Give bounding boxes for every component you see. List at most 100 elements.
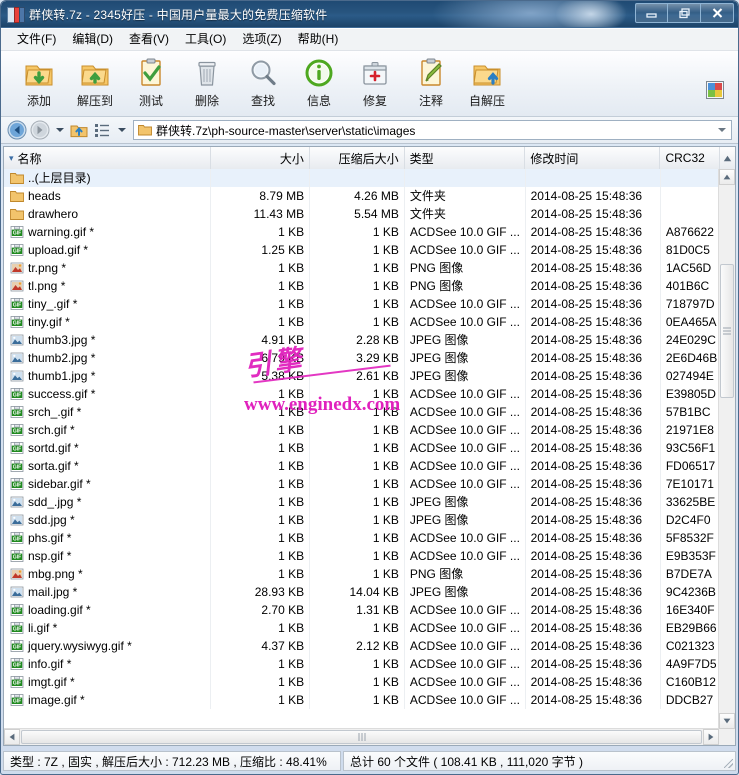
vertical-scrollbar-thumb[interactable] [720,264,734,398]
table-row[interactable]: GIF loading.gif * 2.70 KB 1.31 KB ACDSee 10.… [4,601,719,619]
table-row[interactable]: GIF li.gif * 1 KB 1 KB ACDSee 10.0 GIF ... 20… [4,619,719,637]
cell-type: 文件夹 [405,205,526,223]
scrollbar-corner [719,729,735,745]
table-row[interactable]: GIF sidebar.gif * 1 KB 1 KB ACDSee 10.0 GIF … [4,475,719,493]
cell-crc32: E39805D [665,387,716,401]
table-row[interactable]: GIF jquery.wysiwyg.gif * 4.37 KB 2.12 KB ACD… [4,637,719,655]
table-row[interactable]: drawhero 11.43 MB 5.54 MB 文件夹 2014-08-25 15:… [4,205,719,223]
forward-arrow-icon[interactable] [30,120,50,140]
column-header-modified[interactable]: 修改时间 [525,147,661,169]
table-row[interactable]: GIF sortd.gif * 1 KB 1 KB ACDSee 10.0 GIF ..… [4,439,719,457]
cell-crc32: 401B6C [665,279,710,293]
table-row[interactable]: heads 8.79 MB 4.26 MB 文件夹 2014-08-25 15:48:3… [4,187,719,205]
toolbar-button-find[interactable]: 查找 [235,54,291,110]
toolbar-button-comment[interactable]: 注释 [403,54,459,110]
menu-help[interactable]: 帮助(H) [290,28,347,50]
toolbar-button-delete[interactable]: 删除 [179,54,235,110]
table-row[interactable]: GIF warning.gif * 1 KB 1 KB ACDSee 10.0 GIF … [4,223,719,241]
address-path-box[interactable]: 群侠转.7z\ph-source-master\server\static\im… [133,120,732,140]
table-row[interactable]: sdd.jpg * 1 KB 1 KB JPEG 图像 2014-08-25 15:48… [4,511,719,529]
cell-crc32: E9B353F [665,549,716,563]
horizontal-scrollbar-thumb[interactable] [21,730,702,744]
table-row[interactable]: GIF tiny.gif * 1 KB 1 KB ACDSee 10.0 GIF ...… [4,313,719,331]
menu-file[interactable]: 文件(F) [9,28,64,50]
history-dropdown-button[interactable] [53,120,66,140]
table-row[interactable]: GIF sorta.gif * 1 KB 1 KB ACDSee 10.0 GIF ..… [4,457,719,475]
horizontal-scrollbar[interactable] [4,728,719,745]
palette-icon[interactable] [706,81,724,99]
table-row[interactable]: GIF upload.gif * 1.25 KB 1 KB ACDSee 10.0 GI… [4,241,719,259]
table-row[interactable]: GIF srch.gif * 1 KB 1 KB ACDSee 10.0 GIF ...… [4,421,719,439]
cell-type: ACDSee 10.0 GIF ... [405,601,526,619]
file-name-text: nsp.gif * [28,549,72,563]
menu-tools[interactable]: 工具(O) [177,28,234,50]
scroll-up-header-button[interactable] [718,147,735,169]
column-header-size[interactable]: 大小 [211,147,310,169]
cell-size: 1 KB [211,439,311,457]
table-row[interactable]: ..(上层目录) [4,169,719,187]
vertical-scrollbar[interactable] [718,169,735,729]
address-dropdown-button[interactable] [715,121,729,139]
cell-size: 1 KB [211,565,311,583]
column-header-packed-size[interactable]: 压缩后大小 [310,147,405,169]
table-row[interactable]: GIF phs.gif * 1 KB 1 KB ACDSee 10.0 GIF ... 2… [4,529,719,547]
cell-type: ACDSee 10.0 GIF ... [405,529,526,547]
menu-edit[interactable]: 编辑(D) [64,28,121,50]
toolbar-button-info[interactable]: 信息 [291,54,347,110]
minimize-button[interactable] [635,3,668,23]
close-button[interactable] [701,3,734,23]
table-row[interactable]: GIF nsp.gif * 1 KB 1 KB ACDSee 10.0 GIF ... 2… [4,547,719,565]
restore-button[interactable] [668,3,701,23]
file-name-text: warning.gif * [28,225,95,239]
column-header-crc32[interactable]: CRC32 [660,147,718,169]
table-row[interactable]: GIF imgt.gif * 1 KB 1 KB ACDSee 10.0 GIF ...… [4,673,719,691]
table-row[interactable]: sdd_.jpg * 1 KB 1 KB JPEG 图像 2014-08-25 15:4… [4,493,719,511]
back-arrow-icon[interactable] [7,120,27,140]
menu-options[interactable]: 选项(Z) [234,28,289,50]
resize-grip-icon[interactable] [724,759,733,768]
table-row[interactable]: GIF srch_.gif * 1 KB 1 KB ACDSee 10.0 GIF ..… [4,403,719,421]
title-bar[interactable]: 群侠转.7z - 2345好压 - 中国用户量最大的免费压缩软件 [1,1,738,28]
table-row[interactable]: mail.jpg * 28.93 KB 14.04 KB JPEG 图像 2014-08… [4,583,719,601]
app-window: 群侠转.7z - 2345好压 - 中国用户量最大的免费压缩软件 文件(F) 编… [0,0,739,775]
table-row[interactable]: thumb1.jpg * 5.38 KB 2.61 KB JPEG 图像 2014-08… [4,367,719,385]
up-folder-icon[interactable] [69,120,89,140]
cell-packed-size: 1 KB [310,457,405,475]
toolbar-label-find: 查找 [250,94,275,108]
cell-crc32: B7DE7A [665,567,712,581]
table-row[interactable]: GIF image.gif * 1 KB 1 KB ACDSee 10.0 GIF ..… [4,691,719,709]
cell-size: 11.43 MB [211,205,311,223]
toolbar-button-sfx[interactable]: 自解压 [459,54,515,110]
toolbar-label-test: 测试 [138,94,163,108]
toolbar-button-test[interactable]: 测试 [123,54,179,110]
cell-modified: 2014-08-25 15:48:36 [526,187,661,205]
cell-size: 1 KB [211,403,311,421]
address-bar: 群侠转.7z\ph-source-master\server\static\im… [1,117,738,144]
toolbar-button-repair[interactable]: 修复 [347,54,403,110]
file-list-rows[interactable]: ..(上层目录) heads 8.79 MB 4.26 MB 文件夹 2014-08-25… [4,169,719,729]
table-row[interactable]: GIF success.gif * 1 KB 1 KB ACDSee 10.0 GIF … [4,385,719,403]
menu-view[interactable]: 查看(V) [121,28,177,50]
view-dropdown-button[interactable] [115,120,128,140]
table-row[interactable]: GIF info.gif * 1 KB 1 KB ACDSee 10.0 GIF ...… [4,655,719,673]
list-view-icon[interactable] [92,120,112,140]
column-header-name[interactable]: ▾ 名称 [4,147,212,169]
scroll-down-button[interactable] [719,713,735,729]
table-row[interactable]: tl.png * 1 KB 1 KB PNG 图像 2014-08-25 15:48:3… [4,277,719,295]
cell-packed-size: 1 KB [310,529,405,547]
toolbar-label-extract: 解压到 [76,94,113,108]
table-row[interactable]: mbg.png * 1 KB 1 KB PNG 图像 2014-08-25 15:48:… [4,565,719,583]
table-row[interactable]: tr.png * 1 KB 1 KB PNG 图像 2014-08-25 15:48:3… [4,259,719,277]
table-row[interactable]: thumb3.jpg * 4.91 KB 2.28 KB JPEG 图像 2014-08… [4,331,719,349]
gif-icon: GIF [10,243,24,257]
scroll-left-button[interactable] [4,729,20,745]
toolbar-button-add[interactable]: 添加 [11,54,67,110]
toolbar-button-extract[interactable]: 解压到 [67,54,123,110]
table-row[interactable]: thumb2.jpg * 6.79 KB 3.29 KB JPEG 图像 2014-08… [4,349,719,367]
triangle-right-icon [708,733,714,741]
scroll-right-button[interactable] [703,729,719,745]
table-row[interactable]: GIF tiny_.gif * 1 KB 1 KB ACDSee 10.0 GIF ..… [4,295,719,313]
scroll-up-button[interactable] [719,169,735,185]
status-bar: 类型 : 7Z , 固实 , 解压后大小 : 712.23 MB , 压缩比 :… [3,751,736,771]
column-header-type[interactable]: 类型 [405,147,526,169]
